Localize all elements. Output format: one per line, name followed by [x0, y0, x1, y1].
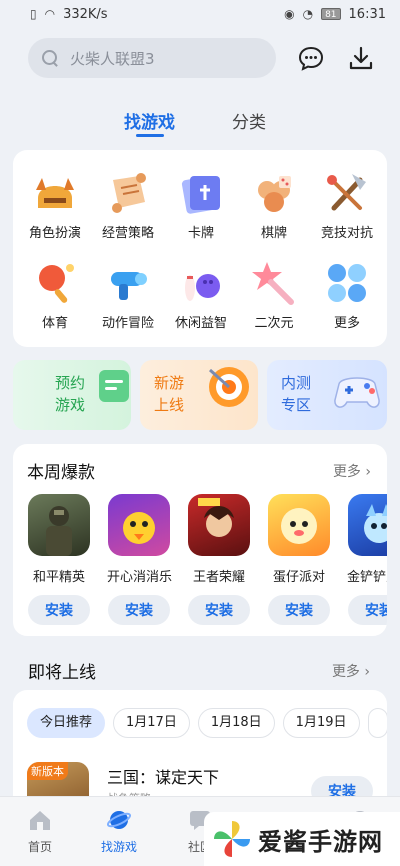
category-item-more[interactable]: 更多: [310, 258, 384, 331]
chat-bubble-icon: [298, 46, 324, 71]
game-icon: [108, 494, 170, 556]
battery-icon: 81: [321, 8, 341, 20]
install-button[interactable]: 安装: [188, 595, 250, 625]
nav-home-label: 首页: [27, 840, 52, 854]
scroll-icon: [103, 168, 153, 218]
category-item-board[interactable]: 棋牌: [237, 168, 311, 241]
nav-find-games[interactable]: 找游戏: [84, 809, 154, 855]
game-icon: [268, 494, 330, 556]
game-name: 蛋仔派对: [272, 570, 325, 585]
hot-games-card: 本周爆款 更多 › 和平精英 安装 开心消消乐 安装 王者荣耀 安装 蛋仔派对 …: [13, 444, 387, 636]
install-button[interactable]: 安装: [268, 595, 330, 625]
category-item-strategy[interactable]: 经营策略: [91, 168, 165, 241]
helmet-icon: [30, 168, 80, 218]
nav-find-games-label: 找游戏: [100, 840, 137, 854]
tab-find-games[interactable]: 找游戏: [124, 108, 175, 133]
chip-date[interactable]: 1月19日: [282, 708, 360, 738]
download-button[interactable]: [346, 43, 376, 73]
chip-date[interactable]: 1月18日: [197, 708, 275, 738]
promo-reserve[interactable]: 预约 游戏: [13, 360, 131, 430]
upcoming-more-label: 更多: [331, 664, 360, 680]
new-version-badge: 新版本: [27, 762, 68, 780]
install-button[interactable]: 安装: [28, 595, 90, 625]
category-item-cards[interactable]: 卡牌: [164, 168, 238, 241]
clock: 16:31: [348, 6, 386, 22]
star-wand-icon: [249, 258, 299, 308]
pinwheel-logo-icon: [214, 821, 250, 857]
planet-icon: [106, 811, 132, 829]
tab-indicator: [136, 134, 164, 137]
chip-next[interactable]: [367, 708, 387, 738]
upcoming-card: 今日推荐 1月17日 1月18日 1月19日 新版本 三国：谋定天下 战争策略 …: [13, 690, 387, 810]
game-icon: [188, 494, 250, 556]
category-item-action[interactable]: 动作冒险: [91, 258, 165, 331]
install-button[interactable]: 安装: [348, 595, 387, 625]
nav-home[interactable]: 首页: [5, 809, 75, 855]
speedometer-icon: ◔: [302, 7, 314, 21]
download-icon: [349, 46, 373, 70]
hot-more-label: 更多: [332, 464, 361, 480]
cards-icon: [176, 168, 226, 218]
game-name: 王者荣耀: [192, 570, 245, 585]
target-icon: [208, 367, 249, 407]
wifi-icon: ◠: [44, 7, 56, 21]
promo-beta-line2: 专区: [281, 396, 312, 414]
gamepad-icon: [334, 377, 380, 408]
search-header: 火柴人联盟3: [0, 36, 400, 80]
category-item-competitive[interactable]: 竞技对抗: [310, 168, 384, 241]
top-tabs: 找游戏 分类: [0, 104, 400, 140]
install-button[interactable]: 安装: [108, 595, 170, 625]
eye-icon: ◉: [284, 7, 295, 21]
status-bar: ▯ ◠ 332K/s ◉ ◔ 81 16:31: [0, 0, 400, 28]
upcoming-section-title: 即将上线: [28, 663, 96, 683]
promo-new-release[interactable]: 新游 上线: [140, 360, 258, 430]
home-icon: [30, 811, 50, 830]
hot-section-title: 本周爆款: [27, 463, 95, 483]
tab-categories[interactable]: 分类: [232, 108, 266, 133]
promo-beta-line1: 内测: [281, 374, 312, 392]
bowling-icon: [176, 258, 226, 308]
network-speed: 332K/s: [63, 6, 108, 22]
hot-more-link[interactable]: 更多 ›: [333, 461, 371, 481]
axe-icon: [322, 168, 372, 218]
category-item-rpg[interactable]: 角色扮演: [18, 168, 92, 241]
promo-new-line1: 新游: [154, 374, 185, 392]
promo-reserve-line1: 预约: [55, 374, 86, 392]
game-item[interactable]: 金铲铲之战 安装: [347, 494, 387, 625]
game-item[interactable]: 开心消消乐 安装: [107, 494, 173, 625]
poker-icon: [249, 168, 299, 218]
game-name: 和平精英: [32, 570, 85, 585]
chip-date[interactable]: 1月17日: [113, 708, 190, 738]
promo-beta[interactable]: 内测 专区: [267, 360, 387, 430]
pingpong-icon: [30, 258, 80, 308]
game-item[interactable]: 王者荣耀 安装: [187, 494, 251, 625]
search-placeholder: 火柴人联盟3: [70, 49, 155, 68]
upcoming-game-name[interactable]: 三国：谋定天下: [107, 764, 219, 788]
category-item-casual[interactable]: 休闲益智: [164, 258, 238, 331]
date-chips: 今日推荐 1月17日 1月18日 1月19日: [27, 708, 387, 738]
site-watermark: 爱酱手游网: [204, 812, 400, 866]
more-apps-icon: [322, 258, 372, 308]
game-icon: [28, 494, 90, 556]
game-item[interactable]: 和平精英 安装: [27, 494, 91, 625]
calendar-icon: [99, 370, 129, 402]
category-item-anime[interactable]: 二次元: [237, 258, 311, 331]
search-input[interactable]: 火柴人联盟3: [28, 38, 276, 78]
promo-reserve-line2: 游戏: [55, 396, 86, 414]
category-card: 角色扮演 经营策略 卡牌 棋牌 竞技对抗 体育 动作冒险 休闲益智 二次元 更多: [13, 150, 387, 347]
game-item[interactable]: 蛋仔派对 安装: [267, 494, 331, 625]
game-name: 开心消消乐: [107, 570, 173, 585]
promo-new-line2: 上线: [154, 396, 185, 414]
search-icon: [42, 50, 58, 66]
upcoming-more-link[interactable]: 更多 ›: [332, 661, 370, 681]
sim-icon: ▯: [30, 7, 37, 21]
watermark-text: 爱酱手游网: [258, 827, 383, 856]
chip-today[interactable]: 今日推荐: [27, 708, 106, 738]
gun-icon: [103, 258, 153, 308]
game-name: 金铲铲之战: [347, 570, 387, 585]
message-button[interactable]: [296, 43, 326, 73]
category-item-sports[interactable]: 体育: [18, 258, 92, 331]
game-icon: [348, 494, 387, 556]
